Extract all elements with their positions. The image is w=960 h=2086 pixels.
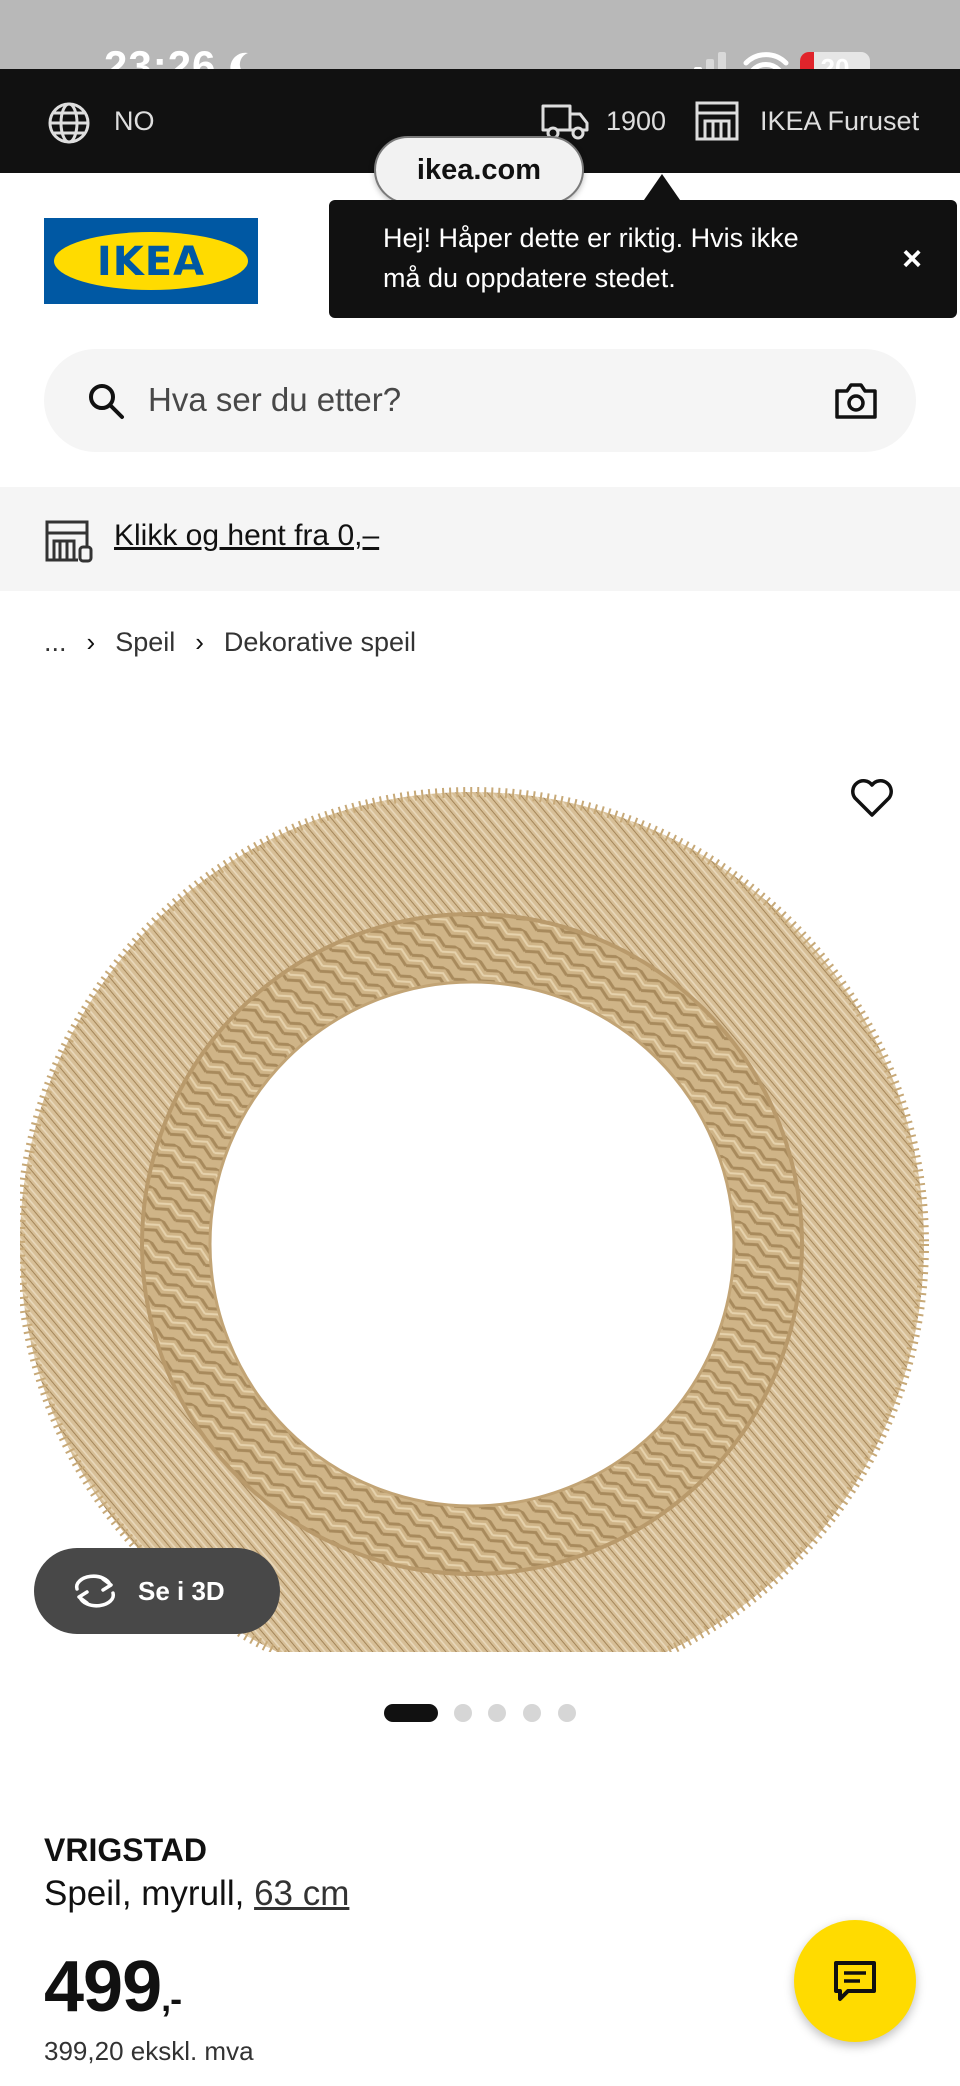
click-collect-link[interactable]: Klikk og hent fra 0,–	[114, 519, 379, 553]
carousel-dot[interactable]	[523, 1704, 541, 1722]
product-size-link[interactable]: 63 cm	[254, 1874, 349, 1913]
store-icon[interactable]	[694, 100, 740, 142]
language-selector[interactable]: NO	[114, 106, 155, 137]
tooltip-arrow	[644, 174, 680, 200]
close-icon[interactable]: ×	[889, 236, 935, 282]
breadcrumb-ellipsis[interactable]: ...	[44, 627, 67, 658]
product-name: VRIGSTAD	[44, 1832, 207, 1868]
chat-button[interactable]	[794, 1920, 916, 2042]
breadcrumb-dekorative-speil[interactable]: Dekorative speil	[224, 627, 416, 658]
breadcrumb: ... › Speil › Dekorative speil	[44, 622, 416, 662]
store-pickup-icon	[45, 520, 93, 563]
rotate-3d-icon	[74, 1574, 116, 1608]
chevron-right-icon: ›	[86, 626, 96, 657]
globe-icon[interactable]	[46, 100, 92, 146]
carousel-dot-active[interactable]	[384, 1704, 438, 1722]
url-pill[interactable]: ikea.com	[374, 136, 584, 204]
chevron-right-icon: ›	[195, 626, 204, 657]
heart-icon[interactable]	[848, 774, 896, 822]
carousel-dot[interactable]	[454, 1704, 472, 1722]
price-suffix: ,-	[161, 1978, 182, 2019]
search-icon	[89, 384, 124, 419]
click-collect-banner: Klikk og hent fra 0,–	[0, 487, 960, 591]
store-name[interactable]: IKEA Furuset	[760, 106, 919, 137]
product-description: Speil, myrull, 63 cm	[44, 1874, 349, 1914]
product-type: Speil, myrull,	[44, 1874, 245, 1913]
logo-text: IKEA	[96, 239, 206, 285]
product-image[interactable]	[20, 722, 940, 1652]
product-price: 499,-	[44, 1946, 182, 2028]
logo-oval: IKEA	[54, 232, 248, 290]
chat-icon	[834, 1961, 876, 2001]
price-ex-vat: 399,20 ekskl. mva	[44, 2036, 254, 2066]
breadcrumb-speil[interactable]: Speil	[115, 627, 175, 658]
view-3d-button[interactable]: Se i 3D	[34, 1548, 280, 1634]
view-3d-label: Se i 3D	[138, 1576, 225, 1606]
search-bar[interactable]: Hva ser du etter?	[44, 349, 916, 452]
tooltip-text: Hej! Håper dette er riktig. Hvis ikke må…	[383, 223, 799, 293]
carousel-dot[interactable]	[558, 1704, 576, 1722]
camera-icon[interactable]	[834, 381, 878, 421]
carousel-dot[interactable]	[488, 1704, 506, 1722]
postal-code[interactable]: 1900	[606, 106, 666, 137]
search-input[interactable]: Hva ser du etter?	[148, 381, 401, 419]
ikea-logo[interactable]: IKEA	[44, 218, 258, 304]
price-value: 499	[44, 1947, 162, 2027]
location-tooltip: Hej! Håper dette er riktig. Hvis ikke må…	[329, 200, 957, 318]
